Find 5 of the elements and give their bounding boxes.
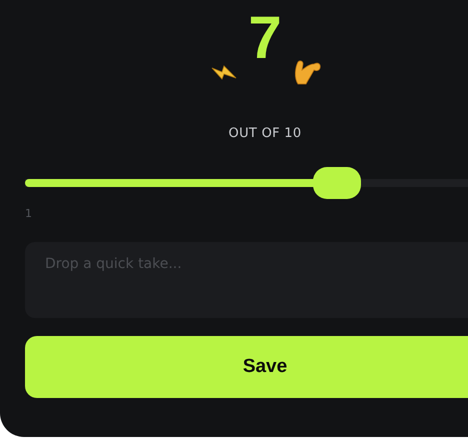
slider-thumb[interactable] [313,167,361,199]
slider-min-label: 1 [25,207,32,220]
score-value: 7 [248,8,282,68]
score-caption: OUT OF 10 [228,126,302,141]
save-button[interactable]: Save [25,336,468,398]
